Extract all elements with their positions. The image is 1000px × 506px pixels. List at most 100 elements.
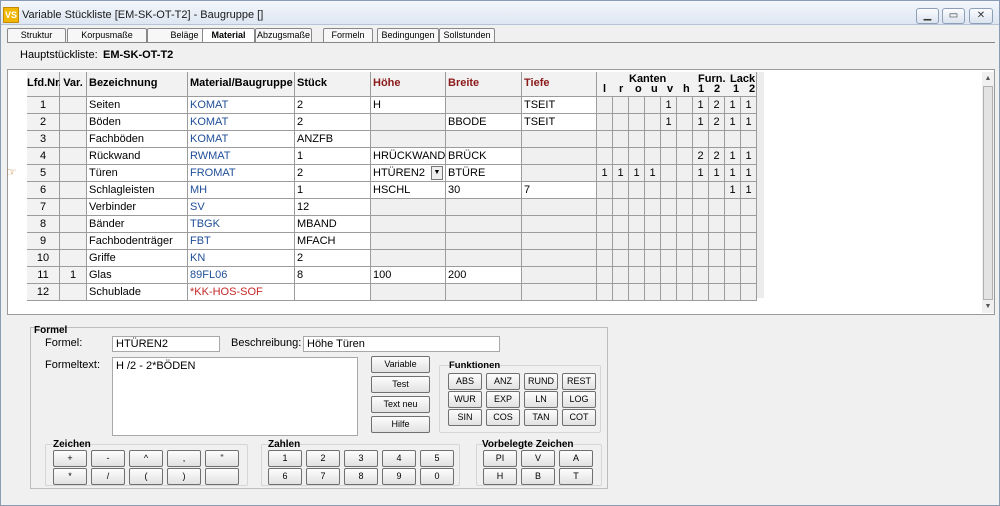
edge-cell[interactable]: [725, 250, 741, 267]
cell-mat[interactable]: MH: [188, 182, 295, 199]
edge-cell[interactable]: [661, 131, 677, 148]
cell-bez[interactable]: Seiten: [87, 97, 188, 114]
cell-bez[interactable]: Rückwand: [87, 148, 188, 165]
function-button-abs[interactable]: ABS: [448, 373, 482, 390]
preset-button-b[interactable]: B: [521, 468, 555, 485]
edge-cell[interactable]: [693, 131, 709, 148]
description-field[interactable]: Höhe Türen: [303, 336, 500, 352]
cell-tiefe[interactable]: [522, 284, 597, 301]
number-button-6[interactable]: 6: [268, 468, 302, 485]
function-button-cos[interactable]: COS: [486, 409, 520, 426]
cell-tiefe[interactable]: 7: [522, 182, 597, 199]
close-button[interactable]: ✕: [969, 8, 993, 24]
edge-cell[interactable]: [613, 250, 629, 267]
edge-cell[interactable]: [677, 148, 693, 165]
tab-5[interactable]: Abzugsmaße: [255, 28, 312, 43]
cell-breite[interactable]: BRÜCK: [446, 148, 522, 165]
edge-cell[interactable]: 1: [645, 165, 661, 182]
edge-cell[interactable]: [677, 114, 693, 131]
char-button-3[interactable]: ,: [167, 450, 201, 467]
edge-cell[interactable]: [597, 250, 613, 267]
function-button-anz[interactable]: ANZ: [486, 373, 520, 390]
function-button-rest[interactable]: REST: [562, 373, 596, 390]
edge-cell[interactable]: [677, 131, 693, 148]
char-button-9[interactable]: [205, 468, 239, 485]
edge-cell[interactable]: 1: [661, 97, 677, 114]
edge-cell[interactable]: [741, 250, 757, 267]
cell-mat[interactable]: KN: [188, 250, 295, 267]
dropdown-arrow-icon[interactable]: ▼: [431, 166, 443, 180]
edge-cell[interactable]: [709, 199, 725, 216]
edge-cell[interactable]: [693, 250, 709, 267]
edge-cell[interactable]: [741, 199, 757, 216]
function-button-log[interactable]: LOG: [562, 391, 596, 408]
edge-cell[interactable]: [645, 131, 661, 148]
edge-cell[interactable]: [709, 233, 725, 250]
edge-cell[interactable]: [725, 284, 741, 301]
edge-cell[interactable]: [693, 216, 709, 233]
edge-cell[interactable]: [645, 267, 661, 284]
cell-var[interactable]: 1: [60, 267, 87, 284]
edge-cell[interactable]: 2: [709, 148, 725, 165]
function-button-wur[interactable]: WUR: [448, 391, 482, 408]
edge-cell[interactable]: [693, 233, 709, 250]
edge-cell[interactable]: [661, 199, 677, 216]
edge-cell[interactable]: [677, 199, 693, 216]
edge-cell[interactable]: [629, 148, 645, 165]
cell-breite[interactable]: [446, 250, 522, 267]
edge-cell[interactable]: [725, 233, 741, 250]
cell-var[interactable]: [60, 165, 87, 182]
edge-cell[interactable]: 1: [597, 165, 613, 182]
char-button-6[interactable]: /: [91, 468, 125, 485]
cell-mat[interactable]: SV: [188, 199, 295, 216]
edge-cell[interactable]: [661, 148, 677, 165]
cell-mat[interactable]: KOMAT: [188, 114, 295, 131]
edge-cell[interactable]: 1: [725, 165, 741, 182]
cell-var[interactable]: [60, 216, 87, 233]
edge-cell[interactable]: [677, 267, 693, 284]
edge-cell[interactable]: [709, 131, 725, 148]
cell-var[interactable]: [60, 250, 87, 267]
edge-cell[interactable]: [661, 284, 677, 301]
cell-hoehe[interactable]: [371, 131, 446, 148]
edge-cell[interactable]: [725, 131, 741, 148]
edge-cell[interactable]: [613, 131, 629, 148]
cell-hoehe[interactable]: [371, 250, 446, 267]
edge-cell[interactable]: [597, 131, 613, 148]
edge-cell[interactable]: 2: [709, 97, 725, 114]
edge-cell[interactable]: [597, 233, 613, 250]
edge-cell[interactable]: 1: [613, 165, 629, 182]
edge-cell[interactable]: [629, 284, 645, 301]
edge-cell[interactable]: [677, 182, 693, 199]
edge-cell[interactable]: [725, 199, 741, 216]
edge-cell[interactable]: [613, 284, 629, 301]
action-button-0[interactable]: Variable: [371, 356, 430, 373]
edge-cell[interactable]: [629, 233, 645, 250]
preset-button-h[interactable]: H: [483, 468, 517, 485]
cell-stk[interactable]: 1: [295, 148, 371, 165]
cell-bez[interactable]: Schublade: [87, 284, 188, 301]
tab-4[interactable]: Material: [202, 28, 255, 43]
edge-cell[interactable]: [645, 199, 661, 216]
formula-text-area[interactable]: H /2 - 2*BÖDEN: [112, 357, 358, 436]
number-button-7[interactable]: 7: [306, 468, 340, 485]
cell-stk[interactable]: MBAND: [295, 216, 371, 233]
cell-bez[interactable]: Schlagleisten: [87, 182, 188, 199]
edge-cell[interactable]: [725, 267, 741, 284]
cell-hoehe[interactable]: 100: [371, 267, 446, 284]
cell-hoehe[interactable]: [371, 199, 446, 216]
edge-cell[interactable]: 1: [741, 182, 757, 199]
edge-cell[interactable]: 1: [693, 165, 709, 182]
number-button-1[interactable]: 1: [268, 450, 302, 467]
function-button-exp[interactable]: EXP: [486, 391, 520, 408]
number-button-4[interactable]: 4: [382, 450, 416, 467]
edge-cell[interactable]: [629, 216, 645, 233]
tab-6[interactable]: Formeln: [323, 28, 373, 43]
edge-cell[interactable]: [661, 267, 677, 284]
edge-cell[interactable]: 2: [709, 114, 725, 131]
cell-hoehe[interactable]: [371, 284, 446, 301]
edge-cell[interactable]: [613, 267, 629, 284]
cell-breite[interactable]: [446, 131, 522, 148]
cell-stk[interactable]: [295, 284, 371, 301]
cell-mat[interactable]: 89FL06: [188, 267, 295, 284]
